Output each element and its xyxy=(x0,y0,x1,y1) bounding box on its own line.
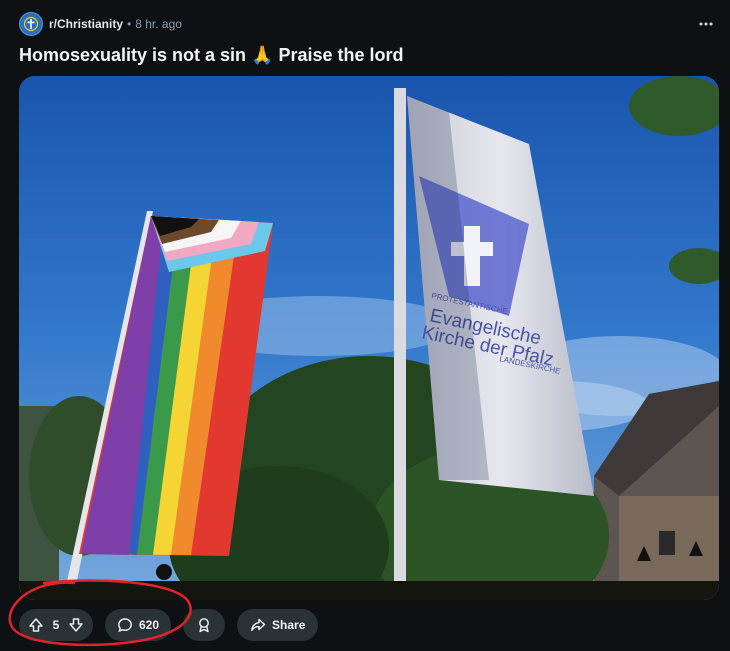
comment-bubble-icon xyxy=(118,618,132,633)
vote-control: 5 xyxy=(19,609,93,641)
meta-separator: • xyxy=(127,17,132,31)
subreddit-avatar[interactable] xyxy=(19,12,43,36)
post-title[interactable]: Homosexuality is not a sin 🙏 Praise the … xyxy=(19,45,404,66)
upvote-button[interactable] xyxy=(25,614,47,636)
share-label: Share xyxy=(272,618,306,632)
more-options-button[interactable] xyxy=(694,12,718,36)
action-bar: 5 620 Share xyxy=(19,609,319,641)
more-dots-icon xyxy=(699,22,713,26)
subreddit-name[interactable]: r/Christianity xyxy=(49,17,123,31)
post-card: r/Christianity • 8 hr. ago Homosexuality… xyxy=(0,0,730,651)
award-button[interactable] xyxy=(183,609,226,641)
award-icon xyxy=(199,618,209,633)
post-time: 8 hr. ago xyxy=(135,17,182,31)
downvote-arrow-icon xyxy=(69,618,83,632)
comments-button[interactable]: 620 xyxy=(105,609,172,641)
flags-photo: PROTESTANTISCHE Evangelische Kirche der … xyxy=(19,76,719,600)
share-button[interactable]: Share xyxy=(237,609,319,641)
downvote-button[interactable] xyxy=(65,614,87,636)
share-arrow-icon xyxy=(251,618,266,632)
comment-count: 620 xyxy=(139,618,160,632)
upvote-arrow-icon xyxy=(29,618,43,632)
subreddit-icon xyxy=(23,16,39,32)
post-image[interactable]: PROTESTANTISCHE Evangelische Kirche der … xyxy=(19,76,719,600)
vote-count: 5 xyxy=(52,618,60,632)
post-header: r/Christianity • 8 hr. ago xyxy=(19,11,718,37)
